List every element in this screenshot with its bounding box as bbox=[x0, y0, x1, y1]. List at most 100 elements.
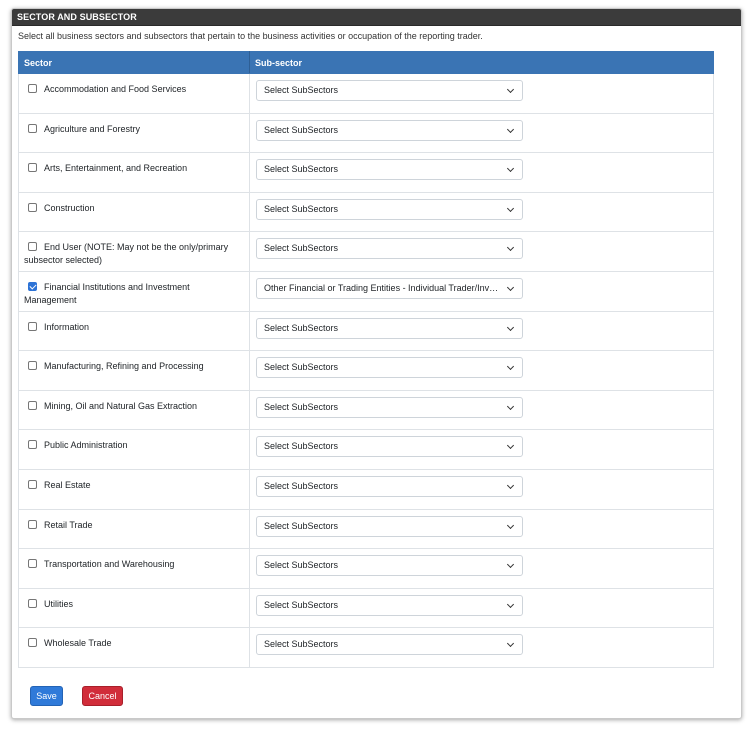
sector-cell: Retail Trade bbox=[18, 508, 250, 550]
subsector-cell: Select SubSectors bbox=[249, 152, 714, 193]
sector-checkbox[interactable] bbox=[28, 519, 37, 529]
subsector-select[interactable]: Select SubSectors bbox=[256, 159, 523, 181]
sector-cell: Arts, Entertainment, and Recreation bbox=[18, 152, 250, 193]
subsector-select[interactable]: Select SubSectors bbox=[256, 475, 523, 497]
subsector-select[interactable]: Select SubSectors bbox=[256, 80, 523, 101]
sector-label[interactable]: Mining, Oil and Natural Gas Extraction bbox=[44, 401, 197, 411]
subsector-select-value: Select SubSectors bbox=[264, 480, 339, 491]
table-row: Mining, Oil and Natural Gas Extraction Se… bbox=[18, 389, 714, 431]
sector-label[interactable]: Arts, Entertainment, and Recreation bbox=[44, 163, 187, 173]
sector-cell: Real Estate bbox=[18, 468, 250, 510]
table-row: Accommodation and Food Services Select Su… bbox=[18, 73, 714, 114]
subsector-cell: Select SubSectors bbox=[249, 429, 714, 470]
sector-checkbox[interactable] bbox=[28, 361, 37, 371]
sector-checkbox[interactable] bbox=[28, 598, 37, 608]
sector-column-header: Sector bbox=[18, 51, 250, 74]
sector-checkbox[interactable] bbox=[28, 559, 37, 569]
subsector-select[interactable]: Select SubSectors bbox=[256, 436, 523, 458]
sector-label[interactable]: Transportation and Warehousing bbox=[44, 559, 174, 569]
subsector-select[interactable]: Select SubSectors bbox=[256, 119, 523, 141]
table-row: Construction Select SubSectors bbox=[18, 191, 714, 233]
sector-checkbox[interactable] bbox=[28, 638, 37, 648]
sector-cell: Utilities bbox=[18, 587, 250, 629]
sector-option: Real Estate bbox=[19, 470, 249, 492]
sector-checkbox[interactable] bbox=[28, 321, 37, 331]
sector-label[interactable]: Public Administration bbox=[44, 440, 128, 450]
subsector-select-value: Select SubSectors bbox=[264, 164, 339, 175]
sector-label[interactable]: Agriculture and Forestry bbox=[44, 124, 140, 134]
subsector-select-value: Select SubSectors bbox=[264, 243, 339, 254]
sector-checkbox[interactable] bbox=[28, 84, 37, 93]
subsector-select-value: Select SubSectors bbox=[264, 322, 339, 333]
subsector-cell: Select SubSectors bbox=[249, 468, 714, 510]
sector-label[interactable]: Construction bbox=[44, 203, 95, 213]
sector-checkbox[interactable] bbox=[28, 400, 37, 410]
sector-label[interactable]: End User (NOTE: May not be the only/prim… bbox=[24, 242, 228, 265]
sector-label[interactable]: Manufacturing, Refining and Processing bbox=[44, 361, 204, 371]
subsector-select[interactable]: Select SubSectors bbox=[256, 515, 523, 537]
subsector-select[interactable]: Select SubSectors bbox=[256, 555, 523, 577]
subsector-cell: Select SubSectors bbox=[249, 548, 714, 589]
table-row: Financial Institutions and Investment Ma… bbox=[18, 270, 714, 312]
sector-cell: Transportation and Warehousing bbox=[18, 548, 250, 589]
subsector-select[interactable]: Select SubSectors bbox=[256, 238, 523, 260]
sector-checkbox[interactable] bbox=[28, 123, 37, 133]
subsector-cell: Select SubSectors bbox=[249, 587, 714, 629]
table-row: Retail Trade Select SubSectors bbox=[18, 508, 714, 550]
subsector-select-value: Other Financial or Trading Entities - In… bbox=[264, 282, 502, 293]
sector-option: Manufacturing, Refining and Processing bbox=[19, 351, 249, 373]
sector-label[interactable]: Wholesale Trade bbox=[44, 638, 112, 648]
subsector-select-value: Select SubSectors bbox=[264, 85, 339, 95]
table-row: Arts, Entertainment, and Recreation Selec… bbox=[18, 152, 714, 193]
table-row: Utilities Select SubSectors bbox=[18, 587, 714, 629]
subsector-cell: Select SubSectors bbox=[249, 191, 714, 233]
sector-checkbox[interactable] bbox=[28, 202, 37, 212]
sector-cell: Agriculture and Forestry bbox=[18, 112, 250, 154]
sector-option: Information bbox=[19, 312, 249, 334]
subsector-select[interactable]: Select SubSectors bbox=[256, 594, 523, 616]
sector-cell: Accommodation and Food Services bbox=[18, 73, 250, 114]
table-row: Manufacturing, Refining and Processing Se… bbox=[18, 350, 714, 391]
sector-label[interactable]: Information bbox=[44, 322, 89, 332]
sector-option: Mining, Oil and Natural Gas Extraction bbox=[19, 391, 249, 413]
subsector-select[interactable]: Select SubSectors bbox=[256, 198, 523, 220]
table-header-row: Sector Sub-sector bbox=[18, 51, 714, 74]
cancel-button[interactable]: Cancel bbox=[82, 686, 123, 706]
table-row: End User (NOTE: May not be the only/prim… bbox=[18, 231, 714, 272]
subsector-select[interactable]: Select SubSectors bbox=[256, 317, 523, 339]
sector-checkbox[interactable] bbox=[28, 281, 37, 291]
subsector-select-value: Select SubSectors bbox=[264, 441, 339, 452]
sector-label[interactable]: Financial Institutions and Investment Ma… bbox=[24, 282, 190, 305]
sector-option: Agriculture and Forestry bbox=[19, 114, 249, 136]
sector-checkbox[interactable] bbox=[28, 163, 37, 173]
subsector-select-value: Select SubSectors bbox=[264, 401, 339, 412]
table-row: Real Estate Select SubSectors bbox=[18, 468, 714, 510]
chevron-down-icon bbox=[506, 363, 515, 371]
sector-label[interactable]: Real Estate bbox=[44, 480, 91, 490]
subsector-select-value: Select SubSectors bbox=[264, 520, 339, 531]
sector-table: Sector Sub-sector Accommodation and Food… bbox=[18, 51, 714, 668]
sector-option: Accommodation and Food Services bbox=[19, 74, 249, 96]
sector-label[interactable]: Utilities bbox=[44, 599, 73, 609]
sector-option: Public Administration bbox=[19, 430, 249, 452]
sector-cell: Construction bbox=[18, 191, 250, 233]
chevron-down-icon bbox=[506, 561, 515, 569]
subsector-select[interactable]: Select SubSectors bbox=[256, 634, 523, 656]
sector-checkbox[interactable] bbox=[28, 242, 37, 252]
sector-label[interactable]: Retail Trade bbox=[44, 520, 93, 530]
sector-checkbox[interactable] bbox=[28, 479, 37, 489]
subsector-cell: Select SubSectors bbox=[249, 231, 714, 272]
sector-checkbox[interactable] bbox=[28, 440, 37, 450]
subsector-select[interactable]: Select SubSectors bbox=[256, 396, 523, 418]
chevron-down-icon bbox=[506, 481, 515, 489]
subsector-select-value: Select SubSectors bbox=[264, 362, 339, 373]
chevron-down-icon bbox=[506, 640, 515, 648]
subsector-select[interactable]: Other Financial or Trading Entities - In… bbox=[256, 277, 523, 299]
subsector-cell: Select SubSectors bbox=[249, 389, 714, 431]
subsector-select[interactable]: Select SubSectors bbox=[256, 357, 523, 379]
subsector-cell: Select SubSectors bbox=[249, 310, 714, 352]
subsector-column-header: Sub-sector bbox=[249, 51, 714, 74]
save-button[interactable]: Save bbox=[30, 686, 63, 706]
sector-label[interactable]: Accommodation and Food Services bbox=[44, 84, 186, 94]
sector-cell: Wholesale Trade bbox=[18, 627, 250, 668]
